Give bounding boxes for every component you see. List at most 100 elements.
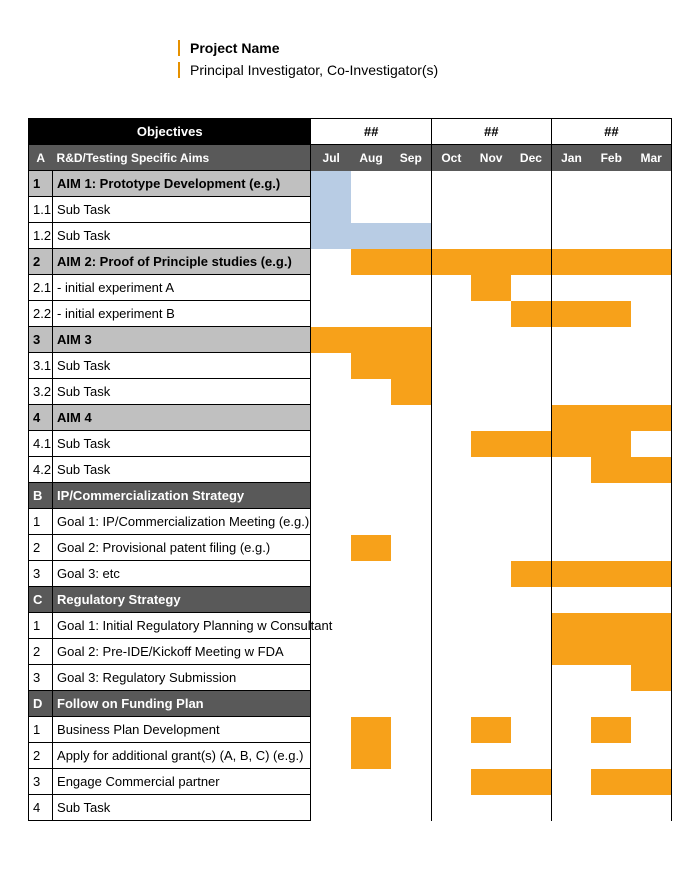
gantt-cell: [511, 561, 551, 587]
gantt-cell: [511, 197, 551, 223]
gantt-cell: [631, 457, 671, 483]
gantt-cell: [351, 769, 391, 795]
gantt-cell: [551, 717, 591, 743]
gantt-cell: [591, 613, 631, 639]
gantt-cell: [591, 743, 631, 769]
task-id: 3.2: [29, 379, 53, 405]
gantt-cell: [471, 353, 511, 379]
gantt-cell: [391, 457, 431, 483]
task-label: Sub Task: [53, 795, 311, 821]
task-label: Goal 3: Regulatory Submission: [53, 665, 311, 691]
gantt-cell: [431, 561, 471, 587]
gantt-cell: [431, 509, 471, 535]
gantt-cell: [431, 639, 471, 665]
gantt-cell: [351, 405, 391, 431]
aim-id: 4: [29, 405, 53, 431]
gantt-cell: [471, 405, 511, 431]
gantt-cell: [551, 197, 591, 223]
gantt-cell: [311, 587, 351, 613]
section-label: Regulatory Strategy: [53, 587, 311, 613]
gantt-cell: [551, 301, 591, 327]
gantt-cell: [311, 561, 351, 587]
table-row: AR&D/Testing Specific AimsJulAugSepOctNo…: [29, 145, 672, 171]
gantt-cell: [471, 223, 511, 249]
gantt-cell: [631, 223, 671, 249]
gantt-cell: [511, 275, 551, 301]
gantt-cell: [311, 769, 351, 795]
gantt-cell: [511, 327, 551, 353]
gantt-cell: [431, 483, 471, 509]
gantt-cell: [511, 717, 551, 743]
gantt-cell: [591, 795, 631, 821]
gantt-cell: [471, 301, 511, 327]
gantt-cell: [351, 639, 391, 665]
gantt-cell: [471, 379, 511, 405]
gantt-cell: [311, 639, 351, 665]
gantt-cell: [591, 665, 631, 691]
gantt-cell: [551, 613, 591, 639]
gantt-cell: [591, 405, 631, 431]
gantt-cell: [311, 483, 351, 509]
table-row: 4.1Sub Task: [29, 431, 672, 457]
task-label: Business Plan Development: [53, 717, 311, 743]
gantt-cell: [391, 639, 431, 665]
table-row: 1.1Sub Task: [29, 197, 672, 223]
aim-label: AIM 2: Proof of Principle studies (e.g.): [53, 249, 311, 275]
table-row: 1Goal 1: Initial Regulatory Planning w C…: [29, 613, 672, 639]
gantt-cell: [631, 405, 671, 431]
gantt-cell: [511, 431, 551, 457]
gantt-cell: [471, 197, 511, 223]
gantt-cell: [551, 587, 591, 613]
task-id: 1: [29, 717, 53, 743]
table-row: 2Goal 2: Provisional patent filing (e.g.…: [29, 535, 672, 561]
gantt-cell: [391, 379, 431, 405]
gantt-cell: [311, 405, 351, 431]
task-label: - initial experiment B: [53, 301, 311, 327]
gantt-cell: [391, 691, 431, 717]
gantt-cell: [391, 171, 431, 197]
gantt-cell: [511, 171, 551, 197]
month-header: Sep: [391, 145, 431, 171]
gantt-cell: [551, 275, 591, 301]
gantt-cell: [511, 457, 551, 483]
table-row: 4AIM 4: [29, 405, 672, 431]
gantt-cell: [471, 665, 511, 691]
gantt-cell: [551, 457, 591, 483]
gantt-cell: [311, 379, 351, 405]
gantt-cell: [391, 197, 431, 223]
gantt-cell: [471, 743, 511, 769]
gantt-cell: [471, 691, 511, 717]
gantt-cell: [351, 691, 391, 717]
table-row: 3Engage Commercial partner: [29, 769, 672, 795]
task-id: 1: [29, 613, 53, 639]
gantt-cell: [471, 639, 511, 665]
table-row: 2.2 - initial experiment B: [29, 301, 672, 327]
gantt-cell: [471, 249, 511, 275]
gantt-cell: [431, 587, 471, 613]
gantt-cell: [351, 587, 391, 613]
table-row: 3.1Sub Task: [29, 353, 672, 379]
gantt-cell: [351, 301, 391, 327]
gantt-cell: [391, 223, 431, 249]
section-id: D: [29, 691, 53, 717]
gantt-cell: [471, 769, 511, 795]
gantt-cell: [551, 405, 591, 431]
gantt-cell: [351, 795, 391, 821]
group-3-header: ##: [591, 119, 631, 145]
gantt-cell: [431, 535, 471, 561]
gantt-cell: [351, 327, 391, 353]
gantt-cell: [391, 431, 431, 457]
aim-label: AIM 1: Prototype Development (e.g.): [53, 171, 311, 197]
gantt-cell: [431, 223, 471, 249]
gantt-table: Objectives ## ## ## AR&D/Testing Specifi…: [28, 118, 672, 821]
month-header: Aug: [351, 145, 391, 171]
gantt-cell: [511, 483, 551, 509]
gantt-cell: [631, 743, 671, 769]
gantt-cell: [511, 691, 551, 717]
page: Project Name Principal Investigator, Co-…: [0, 0, 700, 877]
gantt-cell: [511, 379, 551, 405]
task-id: 3: [29, 665, 53, 691]
gantt-cell: [351, 613, 391, 639]
header: Project Name Principal Investigator, Co-…: [178, 40, 672, 78]
gantt-cell: [391, 353, 431, 379]
